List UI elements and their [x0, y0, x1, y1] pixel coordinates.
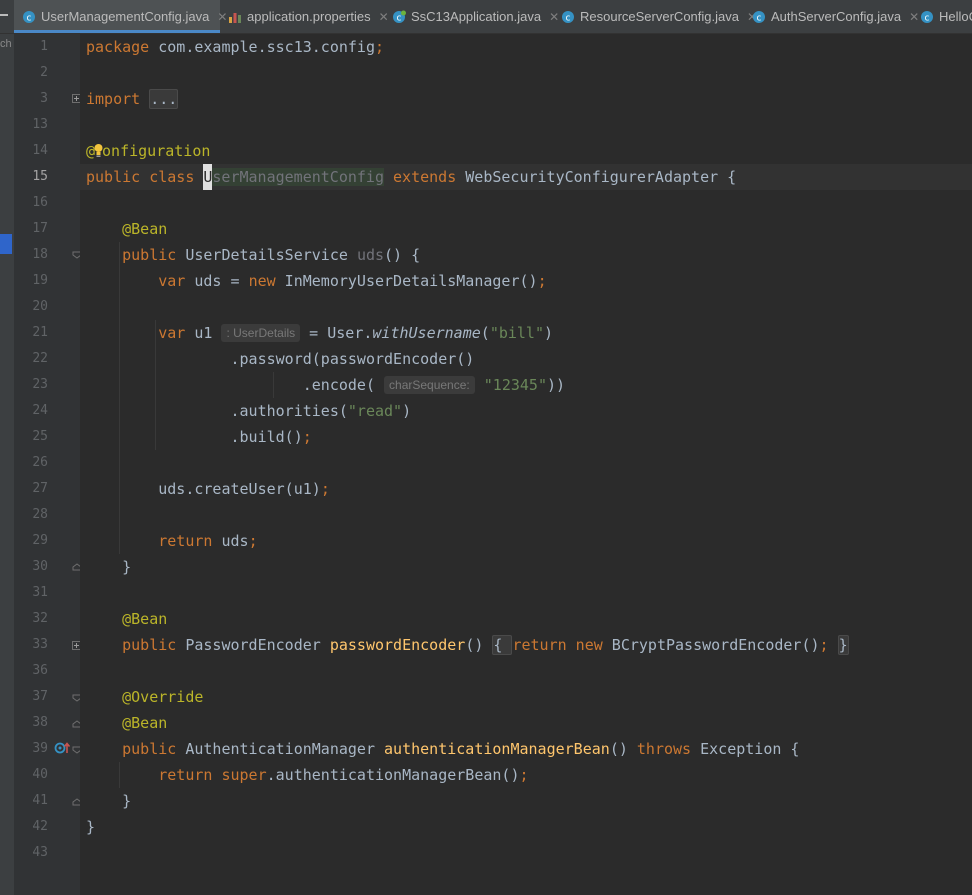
- line-number: 40: [32, 767, 48, 782]
- tab-label: HelloC: [939, 9, 972, 24]
- line-number: 21: [32, 325, 48, 340]
- code-line-42: }: [86, 818, 96, 836]
- line-number: 23: [32, 377, 48, 392]
- code-line-15: public class UserManagementConfig extend…: [86, 164, 736, 190]
- close-icon[interactable]: ✕: [379, 10, 389, 24]
- line-number: 39: [32, 741, 48, 756]
- line-number: 27: [32, 481, 48, 496]
- code-line-33: public PasswordEncoder passwordEncoder()…: [122, 635, 849, 655]
- svg-text:c: c: [27, 13, 32, 23]
- line-number: 28: [32, 507, 48, 522]
- line-number-current: 15: [32, 169, 48, 184]
- line-number: 14: [32, 143, 48, 158]
- code-line-25: .build();: [86, 428, 312, 446]
- tab-label: AuthServerConfig.java: [771, 9, 902, 24]
- line-number: 20: [32, 299, 48, 314]
- line-number: 17: [32, 221, 48, 236]
- code-line-40: return super.authenticationManagerBean()…: [158, 766, 529, 784]
- close-icon[interactable]: ✕: [909, 10, 919, 24]
- line-number: 16: [32, 195, 48, 210]
- line-number: 1: [40, 39, 48, 54]
- code-line-38: @Bean: [122, 714, 168, 732]
- line-number: 41: [32, 793, 48, 808]
- line-number: 3: [40, 91, 48, 106]
- tab-bar-left-edge: [0, 14, 8, 16]
- line-number: 32: [32, 611, 48, 626]
- close-icon[interactable]: ✕: [549, 10, 559, 24]
- svg-text:c: c: [397, 13, 402, 23]
- code-line-19: var uds = new InMemoryUserDetailsManager…: [158, 272, 547, 290]
- line-number: 37: [32, 689, 48, 704]
- java-class-icon: c: [920, 10, 934, 24]
- code-line-41: }: [86, 792, 132, 810]
- properties-file-icon: [228, 10, 242, 24]
- code-line-3: import ...: [86, 89, 179, 109]
- line-number: 33: [32, 637, 48, 652]
- parameter-inlay-hint: charSequence:: [384, 376, 475, 394]
- project-panel-label: ch: [0, 38, 12, 50]
- java-class-icon: c: [752, 10, 766, 24]
- code-line-22: .password(passwordEncoder(): [86, 350, 475, 368]
- tab-hello-controller[interactable]: c HelloC: [920, 0, 972, 33]
- line-number: 30: [32, 559, 48, 574]
- editor-tab-bar: c UserManagementConfig.java ✕ applicatio…: [0, 0, 972, 34]
- line-number: 29: [32, 533, 48, 548]
- code-line-1: package com.example.ssc13.config;: [86, 38, 385, 56]
- line-number: 26: [32, 455, 48, 470]
- code-line-21: var u1 : UserDetails = User.withUsername…: [158, 324, 554, 342]
- close-icon[interactable]: ✕: [217, 10, 227, 24]
- line-number: 38: [32, 715, 48, 730]
- line-number: 13: [32, 117, 48, 132]
- tab-application-properties[interactable]: application.properties ✕: [228, 0, 389, 33]
- code-line-30: }: [86, 558, 132, 576]
- code-line-23: .encode( charSequence: "12345")): [86, 376, 566, 394]
- code-line-27: uds.createUser(u1);: [86, 480, 330, 498]
- spring-boot-class-icon: c: [392, 10, 406, 24]
- code-line-29: return uds;: [158, 532, 258, 550]
- line-number-gutter: 1 2 3 13 14 15 16 17 18 19 20 21 22 23 2…: [14, 34, 82, 895]
- line-number: 36: [32, 663, 48, 678]
- code-line-39: public AuthenticationManager authenticat…: [122, 740, 800, 758]
- line-number: 18: [32, 247, 48, 262]
- tab-label: application.properties: [247, 9, 371, 24]
- tab-ssc13-application[interactable]: c SsC13Application.java ✕: [392, 0, 559, 33]
- code-line-37: @Override: [122, 688, 204, 706]
- tab-auth-server-config[interactable]: c AuthServerConfig.java ✕: [752, 0, 919, 33]
- line-number: 24: [32, 403, 48, 418]
- tab-label: UserManagementConfig.java: [41, 9, 210, 24]
- code-line-24: .authorities("read"): [86, 402, 412, 420]
- lightbulb-icon[interactable]: [94, 143, 103, 158]
- java-class-icon: c: [22, 10, 36, 24]
- code-editor[interactable]: package com.example.ssc13.config; import…: [80, 34, 972, 895]
- tab-user-management-config[interactable]: c UserManagementConfig.java ✕: [14, 0, 227, 33]
- selected-file-marker: [0, 234, 12, 254]
- tab-resource-server-config[interactable]: c ResourceServerConfig.java ✕: [561, 0, 757, 33]
- project-panel-edge: ch: [0, 34, 14, 895]
- java-class-icon: c: [561, 10, 575, 24]
- line-number: 43: [32, 845, 48, 860]
- overrides-method-icon[interactable]: [54, 741, 70, 755]
- line-number: 25: [32, 429, 48, 444]
- svg-text:c: c: [925, 13, 930, 23]
- tab-label: SsC13Application.java: [411, 9, 542, 24]
- code-line-18: public UserDetailsService uds() {: [122, 246, 421, 264]
- line-number: 2: [40, 65, 48, 80]
- code-line-14: @ onfiguration: [86, 142, 211, 160]
- tab-label: ResourceServerConfig.java: [580, 9, 739, 24]
- line-number: 31: [32, 585, 48, 600]
- code-line-32: @Bean: [122, 610, 168, 628]
- svg-text:c: c: [757, 13, 762, 23]
- line-number: 42: [32, 819, 48, 834]
- code-line-17: @Bean: [122, 220, 168, 238]
- svg-text:c: c: [566, 13, 571, 23]
- line-number: 19: [32, 273, 48, 288]
- type-inlay-hint: : UserDetails: [221, 324, 301, 342]
- line-number: 22: [32, 351, 48, 366]
